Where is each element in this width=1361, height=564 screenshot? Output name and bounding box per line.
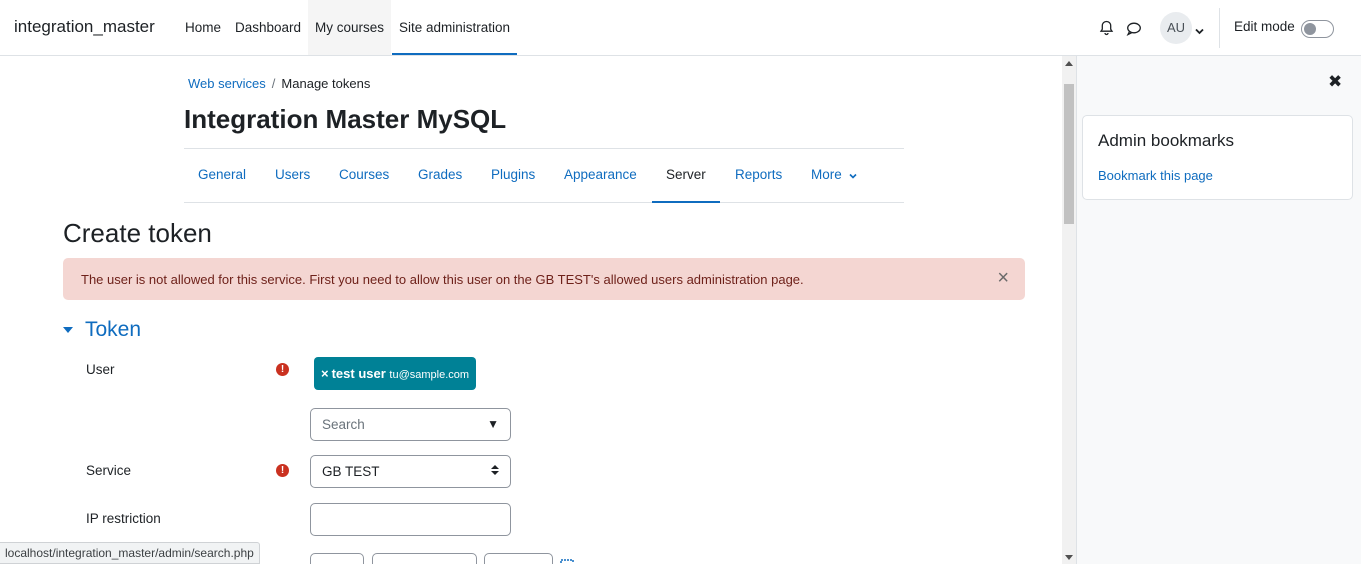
tab-reports[interactable]: Reports [721, 149, 796, 203]
nav-home[interactable]: Home [178, 0, 228, 55]
token-section-title: Token [85, 318, 142, 341]
edit-mode-toggle[interactable] [1301, 20, 1334, 38]
chevron-down-icon[interactable] [1195, 22, 1204, 40]
nav-dashboard[interactable]: Dashboard [228, 0, 308, 55]
scroll-down-arrow-icon[interactable] [1065, 555, 1073, 560]
selected-user-email: tu@sample.com [389, 369, 470, 381]
breadcrumb-web-services[interactable]: Web services [188, 76, 266, 91]
tab-server[interactable]: Server [652, 149, 720, 203]
top-navbar: integration_master Home Dashboard My cou… [0, 0, 1361, 56]
toggle-knob [1304, 23, 1316, 35]
selected-user-chip[interactable]: × test user tu@sample.com [314, 357, 477, 390]
tab-grades[interactable]: Grades [404, 149, 476, 203]
site-brand[interactable]: integration_master [14, 17, 155, 37]
breadcrumb-manage-tokens: Manage tokens [281, 76, 371, 91]
block-title: Admin bookmarks [1098, 131, 1235, 150]
form-heading: Create token [63, 218, 212, 248]
main-content: Web services / Manage tokens Integration M… [0, 56, 1062, 564]
close-drawer-icon[interactable]: ✖ [1328, 72, 1342, 92]
required-icon: ! [276, 464, 289, 477]
nav-site-administration[interactable]: Site administration [392, 0, 518, 55]
valid-until-month-select[interactable] [372, 553, 477, 564]
error-alert: The user is not allowed for this service… [63, 258, 1025, 300]
search-placeholder: Search [322, 417, 365, 432]
browser-status-url: localhost/integration_master/admin/searc… [0, 542, 260, 564]
breadcrumb: Web services / Manage tokens [188, 76, 370, 91]
chevron-down-icon [848, 173, 857, 179]
page-title: Integration Master MySQL [184, 104, 507, 134]
selected-user-name: test user [331, 366, 386, 381]
close-icon[interactable]: × [997, 268, 1009, 288]
tab-courses[interactable]: Courses [325, 149, 403, 203]
required-icon: ! [276, 363, 289, 376]
alert-message: The user is not allowed for this service… [81, 272, 804, 287]
user-avatar[interactable]: AU [1160, 12, 1192, 44]
tab-appearance[interactable]: Appearance [550, 149, 651, 203]
scroll-thumb[interactable] [1064, 84, 1074, 224]
valid-until-year-select[interactable] [484, 553, 553, 564]
user-search-input[interactable]: Search ▼ [310, 408, 511, 441]
user-label: User [86, 362, 115, 377]
admin-bookmarks-block: Admin bookmarks Bookmark this page [1082, 115, 1353, 200]
valid-until-day-select[interactable] [310, 553, 364, 564]
message-icon[interactable] [1124, 18, 1144, 38]
tab-general[interactable]: General [184, 149, 260, 203]
edit-mode-label: Edit mode [1234, 19, 1295, 34]
navbar-divider [1219, 8, 1220, 48]
ip-restriction-input[interactable] [310, 503, 511, 536]
block-drawer: ✖ Admin bookmarks Bookmark this page [1076, 56, 1361, 564]
remove-icon: × [321, 366, 329, 381]
service-select[interactable]: GB TEST [310, 455, 511, 488]
breadcrumb-separator: / [271, 76, 276, 91]
bell-icon[interactable] [1096, 18, 1116, 38]
caret-down-icon [63, 327, 73, 333]
scroll-up-arrow-icon[interactable] [1065, 61, 1073, 66]
bookmark-this-page-link[interactable]: Bookmark this page [1098, 168, 1213, 183]
dropdown-triangle-icon: ▼ [487, 417, 499, 431]
service-select-value: GB TEST [322, 464, 380, 479]
calendar-icon[interactable] [560, 558, 574, 564]
select-arrows-icon [491, 465, 499, 475]
tab-more[interactable]: More [797, 149, 871, 203]
ip-restriction-label: IP restriction [86, 511, 161, 526]
nav-my-courses[interactable]: My courses [308, 0, 392, 55]
service-label: Service [86, 463, 132, 478]
tab-users[interactable]: Users [261, 149, 324, 203]
tab-plugins[interactable]: Plugins [477, 149, 549, 203]
secondary-navigation: General Users Courses Grades Plugins App… [184, 148, 904, 203]
tab-more-label: More [811, 167, 842, 182]
page-scrollbar[interactable] [1062, 56, 1076, 564]
